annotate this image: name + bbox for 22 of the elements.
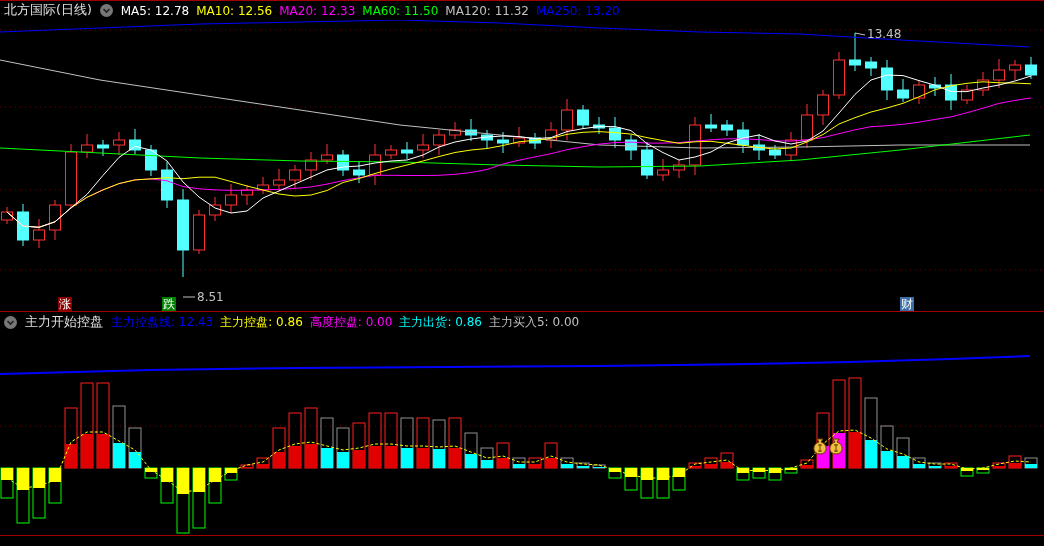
signal-badge: 跌: [162, 297, 176, 311]
chevron-down-icon[interactable]: [99, 4, 113, 17]
signal-badge: 财: [900, 297, 914, 311]
moving-average-value: MA120: 11.32: [445, 3, 529, 18]
moving-average-value: MA5: 12.78: [120, 3, 190, 18]
money-bag-icon: [829, 438, 843, 455]
moving-average-value: MA60: 11.50: [362, 3, 439, 18]
indicator-value: 主力出货: 0.86: [399, 313, 482, 331]
money-bag-icon: [813, 438, 827, 455]
chevron-down-icon[interactable]: [4, 315, 17, 329]
chart-title: 北方国际(日线): [4, 2, 92, 19]
indicator-value: 主力控盘: 0.86: [220, 313, 303, 331]
indicator-value: 主力买入5: 0.00: [488, 313, 580, 331]
low-price-label: 8.51: [197, 290, 224, 304]
indicator-value: 主力控盘线: 12.43: [111, 313, 214, 331]
moving-average-value: MA10: 12.56: [196, 3, 273, 18]
indicator-title: 主力开始控盘: [25, 313, 103, 331]
indicator-value: 高度控盘: 0.00: [309, 313, 393, 331]
high-price-label: 13.48: [867, 27, 902, 41]
moving-average-value: MA250: 13.20: [536, 3, 620, 18]
signal-badge: 涨: [58, 297, 72, 311]
moving-average-value: MA20: 12.33: [279, 3, 356, 18]
